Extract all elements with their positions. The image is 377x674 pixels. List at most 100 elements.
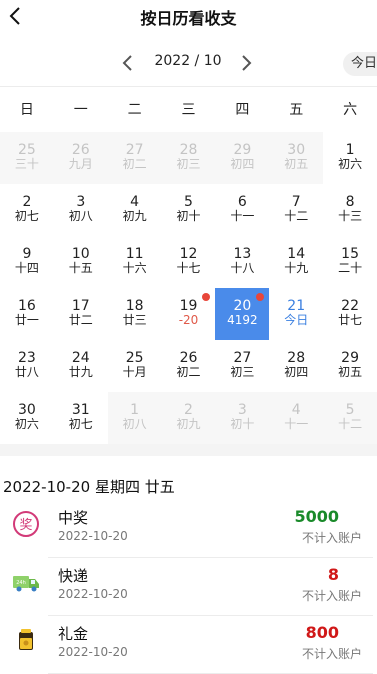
calendar-day-cell[interactable]: 21 今日 — [269, 288, 323, 340]
day-number: 4 — [130, 194, 140, 210]
list-item[interactable]: 24h 快递 2022-10-20 8 不计入账户 — [0, 558, 377, 616]
day-subtext: 十二 — [338, 417, 363, 431]
prev-month-icon[interactable] — [118, 52, 138, 74]
calendar-day-cell[interactable]: 5 十二 — [323, 392, 377, 444]
calendar-day-cell[interactable]: 30 初六 — [0, 392, 54, 444]
day-number: 23 — [18, 350, 36, 366]
list-item[interactable]: 奖 中奖 2022-10-20 5000 不计入账户 — [0, 500, 377, 558]
calendar-day-cell[interactable]: 28 初四 — [269, 340, 323, 392]
day-number: 5 — [184, 194, 193, 210]
calendar-day-cell[interactable]: 8 十三 — [323, 184, 377, 236]
day-number: 19 — [179, 298, 198, 314]
calendar-day-cell[interactable]: 29 初四 — [215, 132, 270, 184]
calendar-day-cell[interactable]: 11 十六 — [108, 236, 162, 288]
calendar-day-cell[interactable]: 15 二十 — [323, 236, 377, 288]
weekday-label: 五 — [289, 102, 304, 118]
calendar-day-cell[interactable]: 4 十一 — [269, 392, 324, 444]
calendar-day-cell[interactable]: 27 初二 — [107, 132, 162, 184]
calendar-day-cell[interactable]: 23 廿八 — [0, 340, 54, 392]
calendar-day-cell[interactable]: 10 十五 — [54, 236, 108, 288]
calendar-day-cell[interactable]: 4 初九 — [108, 184, 162, 236]
svg-text:奖: 奖 — [19, 518, 32, 533]
calendar-day-cell[interactable]: 24 廿九 — [54, 340, 108, 392]
calendar-day-cell[interactable]: 2 初七 — [0, 184, 54, 236]
day-number: 26 — [179, 350, 198, 366]
day-number: 3 — [237, 402, 247, 418]
calendar-day-cell[interactable]: 25 三十 — [0, 132, 54, 184]
calendar-day-cell[interactable]: 26 九月 — [53, 132, 108, 184]
day-subtext: 初二 — [176, 365, 201, 379]
calendar-day-cell[interactable]: 20 4192 — [215, 288, 270, 340]
calendar-day-cell[interactable]: 31 初七 — [54, 392, 108, 444]
today-button[interactable]: 今日 — [343, 52, 377, 76]
calendar-day-cell[interactable]: 25 十月 — [108, 340, 162, 392]
calendar-day-cell[interactable]: 2 初九 — [161, 392, 216, 444]
day-subtext: 初四 — [284, 365, 309, 379]
weekday-label: 二 — [127, 102, 142, 118]
record-account: 不计入账户 — [302, 589, 363, 603]
gift-money-icon — [19, 629, 33, 650]
calendar-day-cell[interactable]: 14 十九 — [269, 236, 323, 288]
day-subtext: 九月 — [68, 157, 93, 171]
calendar-day-cell[interactable]: 7 十二 — [269, 184, 323, 236]
day-subtext: 初三 — [230, 365, 255, 379]
next-month-icon[interactable] — [236, 52, 256, 74]
day-subtext: 初八 — [68, 209, 93, 223]
calendar-day-cell[interactable]: 28 初三 — [161, 132, 216, 184]
calendar-day-cell[interactable]: 18 廿三 — [108, 288, 162, 340]
record-account: 不计入账户 — [302, 647, 363, 661]
day-number: 28 — [287, 350, 306, 366]
month-label[interactable]: 2022 / 10 — [140, 53, 236, 69]
list-item[interactable]: 礼金 2022-10-20 800 不计入账户 — [0, 616, 377, 674]
day-subtext: 十八 — [230, 261, 255, 275]
calendar-day-cell[interactable]: 9 十四 — [0, 236, 54, 288]
day-subtext: 十七 — [176, 261, 201, 275]
calendar-day-cell[interactable]: 17 廿二 — [54, 288, 108, 340]
day-subtext: 初十 — [230, 417, 255, 431]
record-amount: 5000 — [294, 507, 339, 526]
divider — [0, 86, 377, 87]
weekday-header: 日 一 二 三 四 五 六 — [0, 88, 377, 132]
day-number: 21 — [287, 298, 306, 314]
day-subtext: 初三 — [176, 157, 201, 171]
calendar-day-cell[interactable]: 5 初十 — [162, 184, 216, 236]
calendar-day-cell[interactable]: 12 十七 — [162, 236, 216, 288]
calendar-day-cell[interactable]: 16 廿一 — [0, 288, 54, 340]
calendar-day-cell[interactable]: 29 初五 — [323, 340, 377, 392]
calendar-day-cell[interactable]: 1 初六 — [323, 132, 377, 184]
svg-text:24h: 24h — [16, 580, 26, 586]
record-date: 2022-10-20 — [58, 587, 128, 601]
day-number: 27 — [233, 350, 252, 366]
day-number: 5 — [345, 402, 355, 418]
day-number: 28 — [179, 142, 198, 158]
day-subtext: 十一 — [230, 209, 255, 223]
calendar-day-cell[interactable]: 13 十八 — [215, 236, 269, 288]
calendar-day-cell[interactable]: 22 廿七 — [323, 288, 377, 340]
weekday-label: 三 — [181, 102, 196, 118]
day-number: 26 — [71, 142, 90, 158]
calendar-day-cell[interactable]: 27 初三 — [215, 340, 269, 392]
day-number: 25 — [18, 142, 36, 158]
calendar-day-cell[interactable]: 3 初八 — [54, 184, 108, 236]
day-number: 16 — [18, 298, 36, 314]
day-subtext: 十六 — [122, 261, 147, 275]
page-title: 按日历看收支 — [140, 9, 237, 28]
calendar-day-cell[interactable]: 30 初五 — [269, 132, 324, 184]
day-number: 30 — [287, 142, 306, 158]
day-subtext: 三十 — [14, 157, 39, 171]
day-number: 29 — [233, 142, 252, 158]
calendar-day-cell[interactable]: 19 -20 — [162, 288, 216, 340]
day-subtext: 廿八 — [14, 365, 39, 379]
calendar-day-cell[interactable]: 6 十一 — [215, 184, 269, 236]
record-date: 2022-10-20 — [58, 645, 128, 659]
day-number: 18 — [125, 298, 144, 314]
day-number: 3 — [76, 194, 86, 210]
day-number: 2 — [184, 402, 193, 418]
day-number: 10 — [71, 246, 90, 262]
calendar-day-cell[interactable]: 3 初十 — [215, 392, 270, 444]
weekday-label: 六 — [343, 102, 358, 118]
calendar-grid: 25 三十 26 九月 27 初二 28 初三 29 初四 30 初五 1 初六 2 初七 3 初八 4 初九 5 初十 6… — [0, 132, 377, 444]
calendar-day-cell[interactable]: 26 初二 — [162, 340, 216, 392]
day-subtext: 今日 — [284, 313, 309, 327]
calendar-day-cell[interactable]: 1 初八 — [107, 392, 162, 444]
